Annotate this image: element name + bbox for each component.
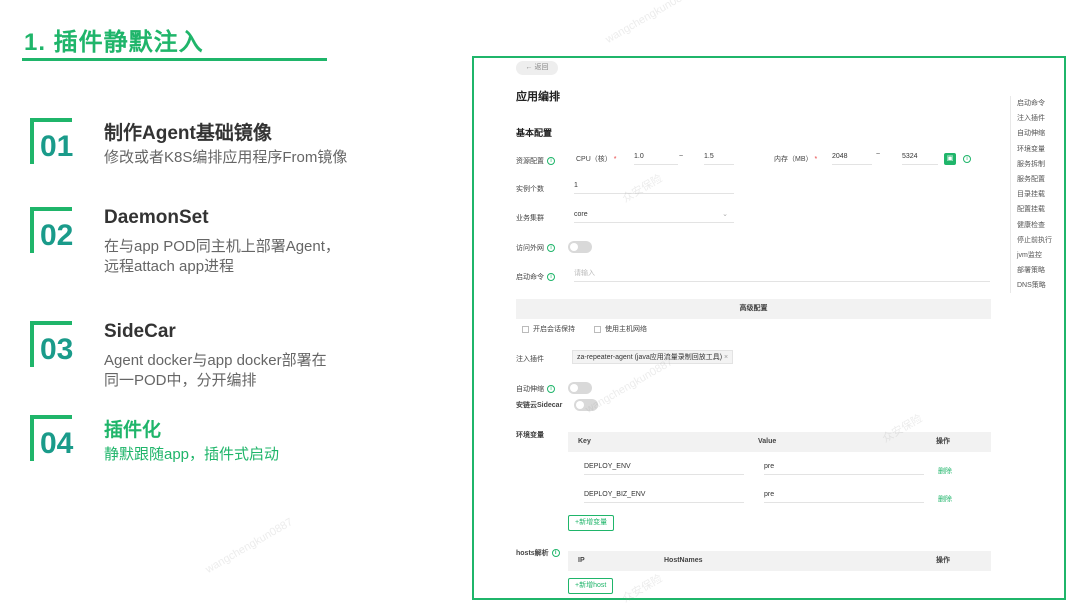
chevron-down-icon: ⌄ xyxy=(722,211,728,218)
step-heading: 插件化 xyxy=(104,420,162,441)
step-description: 静默跟随app，插件式启动 xyxy=(104,446,280,463)
hosts-table-header: IP HostNames 操作 xyxy=(568,551,991,571)
instances-input[interactable]: 1 xyxy=(574,180,734,194)
step-heading: DaemonSet xyxy=(104,207,209,228)
plugin-tag[interactable]: za-repeater-agent (java应用流量录制回放工具) × xyxy=(572,350,734,364)
page-title: 应用编排 xyxy=(516,91,560,103)
anchor-item[interactable]: 健康检查 xyxy=(1011,218,1060,233)
step-description: Agent docker与app docker部署在同一POD中，分开编排 xyxy=(104,352,327,389)
anchor-item[interactable]: DNS策略 xyxy=(1011,278,1060,293)
watermark: wangchengkun0887 xyxy=(203,516,295,576)
delete-link[interactable]: 删除 xyxy=(938,466,952,476)
env-value-input[interactable]: pre xyxy=(764,461,924,475)
cluster-select[interactable]: core ⌄ xyxy=(574,209,734,223)
step-number-box: 03 xyxy=(30,321,88,377)
col-op: 操作 xyxy=(936,557,950,564)
save-icon[interactable]: ▣ xyxy=(944,153,956,165)
step-heading: 制作Agent基础镜像 xyxy=(104,123,272,144)
env-value-input[interactable]: pre xyxy=(764,489,924,503)
step-02: 02 DaemonSet 在与app POD同主机上部署Agent，远程atta… xyxy=(30,207,470,277)
step-number: 01 xyxy=(40,130,74,163)
add-env-button[interactable]: +新增变量 xyxy=(568,515,615,531)
info-icon: i xyxy=(547,385,555,394)
env-key-input[interactable]: DEPLOY_ENV xyxy=(584,461,744,475)
anchor-item[interactable]: 部署策略 xyxy=(1011,263,1060,278)
memory-min-input[interactable]: 2048 xyxy=(832,151,872,165)
advanced-config-header[interactable]: 高级配置 xyxy=(516,299,991,319)
external-label: 访问外网 i xyxy=(516,243,555,253)
anchor-item[interactable]: 配置挂载 xyxy=(1011,202,1060,217)
anchor-item[interactable]: 环境变量 xyxy=(1011,142,1060,157)
back-button[interactable]: ← 返回 xyxy=(516,61,558,75)
anchor-item[interactable]: 停止前执行 xyxy=(1011,233,1060,248)
memory-max-input[interactable]: 5324 xyxy=(902,151,938,165)
memory-range-sep: ~ xyxy=(876,151,881,158)
add-host-button[interactable]: +新增host xyxy=(568,578,614,594)
col-op: 操作 xyxy=(936,438,950,445)
step-number: 02 xyxy=(40,219,74,252)
anchor-item[interactable]: 服务配置 xyxy=(1011,172,1060,187)
env-label: 环境变量 xyxy=(516,432,544,439)
instances-label: 实例个数 xyxy=(516,186,544,193)
step-03: 03 SideCar Agent docker与app docker部署在同一P… xyxy=(30,321,470,391)
hosts-label: hosts解析 i xyxy=(516,548,560,558)
anchor-item[interactable]: 目录挂载 xyxy=(1011,187,1060,202)
info-icon: i xyxy=(547,157,555,166)
step-04: 04 插件化 静默跟随app，插件式启动 xyxy=(30,415,470,485)
anchor-item[interactable]: 注入插件 xyxy=(1011,111,1060,126)
col-value: Value xyxy=(758,438,777,445)
startup-cmd-input[interactable]: 请输入 xyxy=(574,268,990,282)
step-number-box: 01 xyxy=(30,118,88,174)
section-basic-config: 基本配置 xyxy=(516,128,553,138)
step-number-box: 04 xyxy=(30,415,88,471)
step-heading: SideCar xyxy=(104,321,176,342)
info-icon: i xyxy=(547,273,555,282)
cpu-min-input[interactable]: 1.0 xyxy=(634,151,678,165)
autoscale-label: 自动伸缩 i xyxy=(516,384,555,394)
delete-link[interactable]: 删除 xyxy=(938,494,952,504)
plugin-label: 注入插件 xyxy=(516,356,544,363)
anchor-item[interactable]: 启动命令 xyxy=(1011,96,1060,111)
title-underline xyxy=(22,58,327,61)
col-ip: IP xyxy=(578,557,585,564)
anchor-item[interactable]: 服务拆制 xyxy=(1011,157,1060,172)
step-number: 04 xyxy=(40,427,74,460)
step-description: 修改或者K8S编排应用程序From镜像 xyxy=(104,149,348,166)
step-01: 01 制作Agent基础镜像 修改或者K8S编排应用程序From镜像 xyxy=(30,118,470,188)
step-description: 在与app POD同主机上部署Agent，远程attach app进程 xyxy=(104,238,340,275)
cpu-max-input[interactable]: 1.5 xyxy=(704,151,734,165)
info-icon: i xyxy=(547,244,555,253)
autoscale-toggle[interactable] xyxy=(568,382,592,394)
anchor-nav: 启动命令 注入插件 自动伸缩 环境变量 服务拆制 服务配置 目录挂载 配置挂载 … xyxy=(1010,96,1060,294)
env-table-header: Key Value 操作 xyxy=(568,432,991,452)
cluster-label: 业务集群 xyxy=(516,215,544,222)
col-key: Key xyxy=(578,438,591,445)
anchor-item[interactable]: 自动伸缩 xyxy=(1011,126,1060,141)
cpu-label: CPU（核） * xyxy=(576,156,617,163)
anchor-item[interactable]: jvm监控 xyxy=(1011,248,1060,263)
startup-cmd-label: 启动命令 i xyxy=(516,272,555,282)
step-number-box: 02 xyxy=(30,207,88,263)
slide-title: 1. 插件静默注入 xyxy=(24,29,204,56)
keepalive-checkbox[interactable]: 开启会话保持 xyxy=(522,324,575,334)
step-number: 03 xyxy=(40,333,74,366)
sidecar-label: 安链云Sidecar xyxy=(516,402,563,409)
resource-label: 资源配置 i xyxy=(516,156,555,166)
hostnet-checkbox[interactable]: 使用主机网络 xyxy=(594,324,647,334)
close-icon[interactable]: × xyxy=(724,354,728,361)
cpu-range-sep: ~ xyxy=(679,153,684,160)
info-icon: i xyxy=(551,549,560,558)
info-icon: i xyxy=(963,155,971,163)
external-toggle[interactable] xyxy=(568,241,592,253)
app-screenshot-frame: ← 返回 应用编排 基本配置 资源配置 i CPU（核） * 1.0 ~ 1.5 … xyxy=(472,56,1066,600)
memory-label: 内存（MB） * xyxy=(774,156,818,163)
col-hostnames: HostNames xyxy=(664,557,703,564)
env-key-input[interactable]: DEPLOY_BIZ_ENV xyxy=(584,489,744,503)
sidecar-toggle[interactable] xyxy=(574,399,598,411)
watermark: wangchengkun0887 xyxy=(603,0,695,46)
